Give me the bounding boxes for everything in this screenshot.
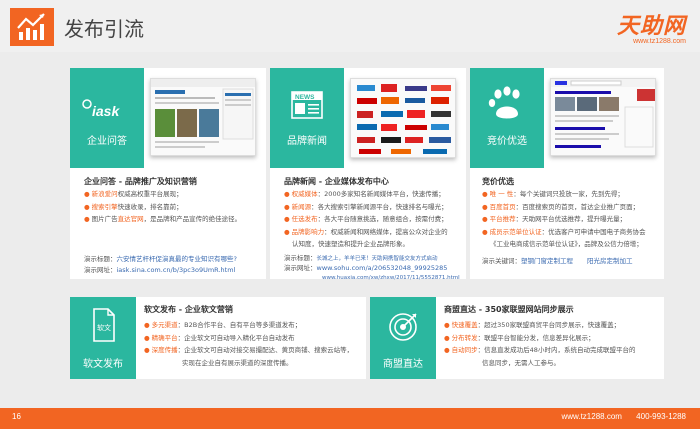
bid-panel: 竞价优选 bbox=[470, 68, 544, 168]
list-item: ● 搜索引擎快速收录，排名靠前； bbox=[84, 202, 183, 211]
list-item: ● 快速覆盖：超过350家联盟商贸平台同步展示，快速覆盖； bbox=[444, 321, 621, 329]
list-item: ● 平台推荐：天助网平台优选推荐，提升曝光量； bbox=[482, 215, 627, 224]
qa-features: ● 新浪爱问权威高权重平台展现； ● 搜索引擎快速收录，排名靠前； ● 图片广告直达官… bbox=[84, 188, 241, 226]
qa-demo-url-link[interactable]: iask.sina.com.cn/b/3pc3o9UmR.html bbox=[117, 266, 236, 274]
list-item: ● 图片广告直达官网，是品牌和产品宣传的绝佳途径。 bbox=[84, 215, 242, 224]
document-icon: 软文 bbox=[93, 308, 115, 342]
direct-panel: 商盟直达 bbox=[370, 297, 436, 379]
list-item: ● 精确平台：企业软文可自动导入精化平台自动发布 bbox=[144, 333, 295, 342]
list-item: 信息同步，无需人工参与。 bbox=[482, 358, 560, 367]
bid-demo: 演示关键词：塑钢门窗定制工程 阳光房定制加工 bbox=[482, 257, 633, 265]
list-item: ● 成员示范单位认证：优选客户可申请中国电子商务协会 bbox=[482, 227, 646, 236]
page-number: 16 bbox=[12, 412, 21, 421]
news-panel: NEWS 品牌新闻 bbox=[270, 68, 344, 168]
paw-icon bbox=[488, 86, 520, 119]
direct-features: ● 快速覆盖：超过350家联盟商贸平台同步展示，快速覆盖； ● 分布转发：联盟平台智… bbox=[444, 319, 635, 369]
list-item: ● 百度首页：百度搜索页的首页，首达企业推广页面； bbox=[482, 202, 640, 211]
footer-contact: www.tz1288.com 400-993-1288 bbox=[549, 412, 686, 421]
direct-panel-label: 商盟直达 bbox=[383, 359, 423, 370]
direct-title: 商盟直达 - 350家联盟网站同步展示 bbox=[444, 305, 574, 314]
bid-keyword-link-2[interactable]: 阳光房定制加工 bbox=[587, 257, 633, 265]
list-item: ● 唯 一 性：每个关键词只投放一家，先到先得； bbox=[482, 190, 624, 198]
list-item: ● 多元渠道：B2B合作平台、自有平台等多渠道发布； bbox=[144, 321, 302, 329]
brand-logo[interactable]: 天助网 www.tz1288.com bbox=[617, 8, 686, 45]
card-direct: 商盟直达 商盟直达 - 350家联盟网站同步展示 ● 快速覆盖：超过350家联盟商… bbox=[370, 297, 664, 379]
qa-demo: 演示标题：六安情艺杆杆促演真最的专业知识有哪些? 演示网址：iask.sina.… bbox=[84, 255, 237, 274]
bid-panel-label: 竞价优选 bbox=[487, 136, 527, 147]
news-features: ● 权威媒体：2000多家知名新闻媒体平台，快速传播； ● 新闻源：各大搜索引擎新闻… bbox=[284, 188, 448, 251]
page-title: 发布引流 bbox=[64, 17, 144, 41]
soft-panel: 软文 软文发布 bbox=[70, 297, 136, 379]
svg-text:NEWS: NEWS bbox=[295, 94, 315, 101]
target-icon bbox=[389, 313, 417, 341]
bid-screenshot bbox=[550, 78, 656, 156]
footer-phone: 400-993-1288 bbox=[636, 412, 686, 421]
news-demo: 演示标题：长城之上，羊羊已来！天助网携智能交友方式启动 演示网址：www.soh… bbox=[284, 254, 460, 281]
list-item: ● 分布转发：联盟平台智能分发，信息差异化展示； bbox=[444, 333, 595, 342]
footer-url[interactable]: www.tz1288.com bbox=[561, 412, 621, 421]
qa-demo-title-link[interactable]: 六安情艺杆杆促演真最的专业知识有哪些? bbox=[117, 255, 237, 263]
card-bid: 竞价优选 竞价优选 ● 唯 一 性：每个关键词只投放一家，先到先得； ● 百度首页：… bbox=[470, 68, 664, 279]
page-footer: 16 www.tz1288.com 400-993-1288 bbox=[0, 408, 700, 429]
list-item: 认知度，快速塑造和提升企业品牌形象。 bbox=[292, 240, 409, 249]
list-item: ● 品牌影响力：权威新闻和网络媒体，提高公众对企业的 bbox=[284, 227, 448, 236]
svg-text:iask: iask bbox=[92, 103, 120, 119]
card-qa: iask 企业问答 企业问答 - 品牌推广及知识营销 ● 新浪爱问权威高权重平台展… bbox=[70, 68, 266, 279]
list-item: ● 深度传播：企业软文可自动对接交易撮配达、黄页商铺、搜索云站等， bbox=[144, 346, 354, 355]
soft-title: 软文发布 - 企业软文营销 bbox=[144, 305, 233, 314]
svg-text:软文: 软文 bbox=[97, 323, 111, 332]
news-demo-url2-link[interactable]: www.huaxia.com/xw/zhxw/2017/11/5552871.h… bbox=[322, 275, 460, 281]
qa-panel: iask 企业问答 bbox=[70, 68, 144, 168]
list-item: 《工业电商成信示范单位认证》，品牌及公信力倍增； bbox=[490, 240, 643, 249]
qa-title: 企业问答 - 品牌推广及知识营销 bbox=[84, 177, 197, 186]
card-soft: 软文 软文发布 软文发布 - 企业软文营销 ● 多元渠道：B2B合作平台、自有平台… bbox=[70, 297, 366, 379]
news-media-logos bbox=[350, 78, 456, 158]
list-item: ● 新闻源：各大搜索引擎新闻源平台，快速排名与曝光； bbox=[284, 202, 448, 211]
card-news: NEWS 品牌新闻 品牌新闻 - 企业媒体发布中心 ● 权威媒体：2000多家知… bbox=[270, 68, 466, 281]
qa-panel-label: 企业问答 bbox=[87, 136, 127, 147]
list-item: ● 新浪爱问权威高权重平台展现； bbox=[84, 190, 183, 198]
bid-features: ● 唯 一 性：每个关键词只投放一家，先到先得； ● 百度首页：百度搜索页的首页，首… bbox=[482, 188, 646, 251]
news-panel-label: 品牌新闻 bbox=[287, 136, 327, 147]
list-item: ● 权威媒体：2000多家知名新闻媒体平台，快速传播； bbox=[284, 190, 445, 198]
news-title: 品牌新闻 - 企业媒体发布中心 bbox=[284, 177, 389, 186]
list-item: ● 任选发布：各大平台随意挑选，随意组合，按需付费； bbox=[284, 215, 448, 224]
soft-panel-label: 软文发布 bbox=[83, 359, 123, 370]
news-demo-title-link[interactable]: 长城之上，羊羊已来！天助网携智能交友方式启动 bbox=[317, 256, 438, 262]
bid-keyword-link-1[interactable]: 塑钢门窗定制工程 bbox=[521, 257, 573, 265]
news-demo-url-link[interactable]: www.sohu.com/a/206532048_99925285 bbox=[317, 264, 448, 272]
soft-features: ● 多元渠道：B2B合作平台、自有平台等多渠道发布； ● 精确平台：企业软文可自动导… bbox=[144, 319, 353, 369]
bid-title: 竞价优选 bbox=[482, 177, 514, 186]
bar-chart-icon bbox=[10, 8, 54, 46]
page-header: 发布引流 天助网 www.tz1288.com bbox=[0, 0, 700, 52]
brand-name: 天助网 bbox=[616, 13, 686, 38]
qa-screenshot bbox=[150, 78, 256, 156]
list-item: 实现在企业自有展示渠道的深度传播。 bbox=[182, 358, 293, 367]
list-item: ● 自动同步：信息直发成功后48小时内，系统自动完成联盟平台的 bbox=[444, 346, 636, 355]
